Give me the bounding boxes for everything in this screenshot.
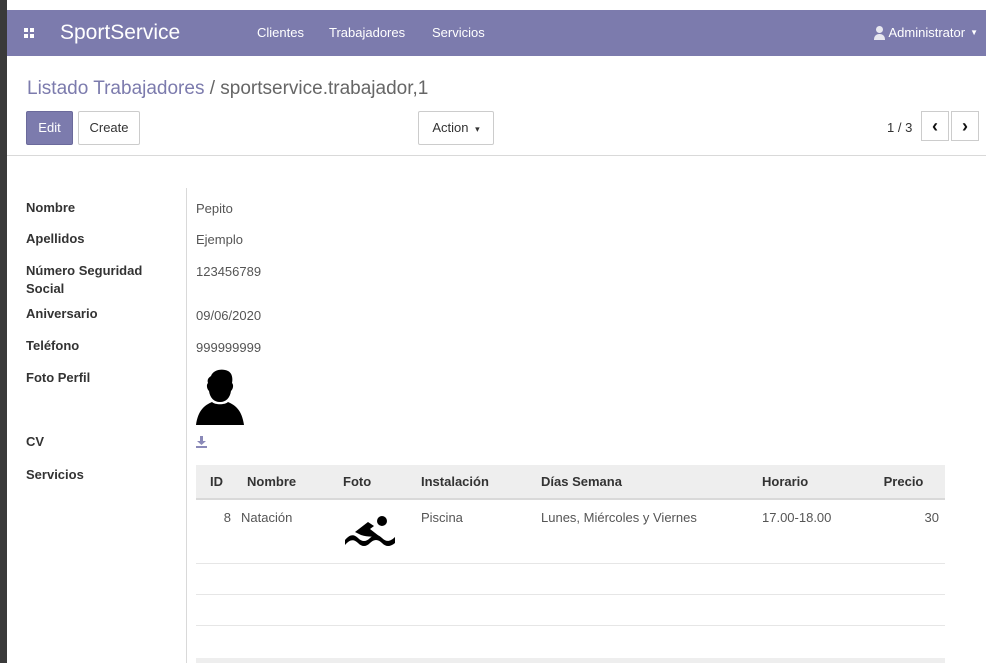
user-name: Administrator bbox=[888, 25, 966, 40]
pager-previous-button[interactable]: ‹ bbox=[921, 111, 949, 141]
column-header-instalacion[interactable]: Instalación bbox=[411, 465, 531, 500]
pager-next-button[interactable]: › bbox=[951, 111, 979, 141]
cell-instalacion: Piscina bbox=[421, 510, 463, 525]
cell-id: 8 bbox=[223, 510, 231, 525]
label-aniversario: Aniversario bbox=[26, 306, 98, 321]
form-divider bbox=[186, 188, 187, 663]
breadcrumb: Listado Trabajadores / sportservice.trab… bbox=[27, 78, 428, 100]
user-icon bbox=[873, 26, 885, 40]
pager-value[interactable]: 1 / 3 bbox=[887, 120, 912, 135]
label-servicios: Servicios bbox=[26, 467, 84, 482]
label-numero-seguridad-social: Número Seguridad Social bbox=[26, 263, 143, 296]
cell-foto bbox=[333, 499, 411, 563]
menu-trabajadores[interactable]: Trabajadores bbox=[329, 10, 405, 56]
cell-nombre: Natación bbox=[241, 510, 293, 525]
table-row[interactable]: 8 Natación Piscina Lunes, Miércoles y Vi… bbox=[196, 499, 945, 563]
value-nombre: Pepito bbox=[196, 201, 233, 216]
table-row-empty bbox=[196, 624, 945, 656]
servicios-table: ID Nombre Foto Instalación Días Semana H… bbox=[196, 465, 945, 656]
app-brand[interactable]: SportService bbox=[60, 21, 180, 45]
value-apellidos: Ejemplo bbox=[196, 232, 243, 247]
action-dropdown-button[interactable]: Action ▾ bbox=[418, 111, 494, 145]
swimmer-icon bbox=[345, 516, 395, 546]
label-cv: CV bbox=[26, 434, 45, 449]
servicios-table-wrapper: ID Nombre Foto Instalación Días Semana H… bbox=[196, 465, 945, 663]
action-label: Action bbox=[432, 120, 469, 135]
top-navbar: SportService Clientes Trabajadores Servi… bbox=[7, 10, 986, 56]
breadcrumb-parent-link[interactable]: Listado Trabajadores bbox=[27, 78, 204, 99]
column-header-nombre[interactable]: Nombre bbox=[237, 465, 333, 500]
menu-clientes[interactable]: Clientes bbox=[257, 10, 304, 56]
column-header-precio[interactable]: Precio bbox=[862, 465, 945, 500]
value-numero-seguridad-social: 123456789 bbox=[196, 264, 262, 279]
download-icon[interactable] bbox=[196, 436, 207, 448]
user-menu[interactable]: Administrator ▼ bbox=[873, 10, 978, 56]
label-foto-perfil: Foto Perfil bbox=[26, 370, 91, 385]
table-row-empty bbox=[196, 593, 945, 625]
value-telefono: 999999999 bbox=[196, 340, 262, 355]
person-silhouette-icon[interactable] bbox=[196, 368, 244, 425]
label-nombre: Nombre bbox=[26, 200, 76, 215]
menu-servicios[interactable]: Servicios bbox=[432, 10, 485, 56]
column-header-foto[interactable]: Foto bbox=[333, 465, 411, 500]
table-footer bbox=[196, 658, 945, 663]
window-left-edge bbox=[0, 0, 7, 663]
cell-precio: 30 bbox=[924, 510, 939, 525]
table-header-row: ID Nombre Foto Instalación Días Semana H… bbox=[196, 465, 945, 500]
cell-dias-semana: Lunes, Miércoles y Viernes bbox=[541, 510, 697, 525]
create-button[interactable]: Create bbox=[78, 111, 140, 145]
caret-down-icon: ▾ bbox=[475, 124, 480, 134]
label-apellidos: Apellidos bbox=[26, 231, 85, 246]
apps-menu-icon[interactable] bbox=[24, 28, 34, 38]
breadcrumb-separator: / bbox=[204, 78, 221, 99]
cell-horario: 17.00-18.00 bbox=[762, 510, 832, 525]
edit-button[interactable]: Edit bbox=[26, 111, 73, 145]
breadcrumb-current: sportservice.trabajador,1 bbox=[220, 78, 429, 99]
column-header-horario[interactable]: Horario bbox=[752, 465, 862, 500]
value-aniversario: 09/06/2020 bbox=[196, 308, 262, 323]
label-telefono: Teléfono bbox=[26, 338, 80, 353]
column-header-dias-semana[interactable]: Días Semana bbox=[531, 465, 752, 500]
control-panel: Listado Trabajadores / sportservice.trab… bbox=[7, 56, 986, 156]
table-row-empty bbox=[196, 562, 945, 594]
column-header-id[interactable]: ID bbox=[196, 465, 237, 500]
chevron-down-icon: ▼ bbox=[970, 28, 978, 37]
